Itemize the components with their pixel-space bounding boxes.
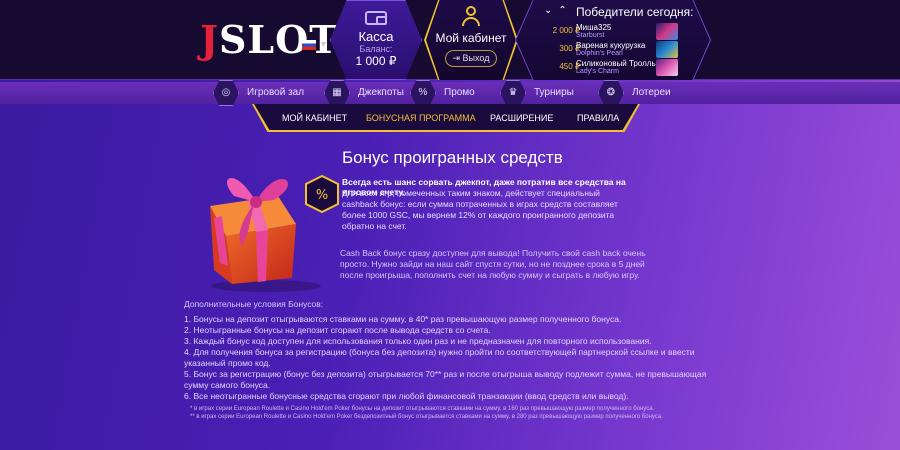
wallet-icon <box>365 11 387 25</box>
tab-extension[interactable]: РАСШИРЕНИЕ <box>490 113 553 123</box>
list-item: 2. Неотыгранные бонусы на депозит сгораю… <box>184 325 491 335</box>
winner-name: Миша325 <box>576 23 612 32</box>
target-icon: ◎ <box>221 87 231 98</box>
nav-label: Промо <box>444 87 475 98</box>
my-cabinet-link[interactable]: Мой кабинет <box>426 31 516 45</box>
list-item: 6. Все неотыгранные бонусные средства сг… <box>184 391 629 401</box>
logout-button[interactable]: ⇥ Выход <box>444 50 498 67</box>
language-dropdown-icon[interactable]: ▼ <box>319 39 328 49</box>
conditions-title: Дополнительные условия Бонусов: <box>184 299 324 309</box>
sub-nav: МОЙ КАБИНЕТ БОНУСНАЯ ПРОГРАММА РАСШИРЕНИ… <box>252 104 640 132</box>
user-icon <box>461 6 481 28</box>
balance-label: Баланс: <box>359 44 393 54</box>
gift-box-image: % <box>210 174 339 292</box>
winner-row[interactable]: 450 ₽ Силиконовый Тролль Lady's Charm <box>516 59 710 77</box>
kassa-button[interactable]: Касса Баланс: 1 000 ₽ <box>330 0 422 80</box>
game-thumbnail[interactable] <box>656 23 678 40</box>
chevron-up-icon[interactable]: ⌃ <box>558 5 572 16</box>
winners-scroll-arrows[interactable]: ⌄⌃ <box>544 5 573 16</box>
winner-name: Вареная кукурузка <box>576 41 646 50</box>
my-cabinet-panel: Мой кабинет ⇥ Выход <box>424 0 518 80</box>
winner-name: Силиконовый Тролль <box>576 59 656 68</box>
footnote: ** в играх серии European Roulette и Cas… <box>190 414 663 420</box>
tab-bonus-program[interactable]: БОНУСНАЯ ПРОГРАММА <box>366 113 476 123</box>
chevron-down-icon[interactable]: ⌄ <box>544 5 558 16</box>
list-item: 5. Бонус за регистрацию (бонус без депоз… <box>184 369 707 390</box>
trophy-icon: ♛ <box>508 87 518 98</box>
header: JSLOT ▼ Касса Баланс: 1 000 ₽ Мой кабине… <box>0 0 900 80</box>
list-item: 4. Для получения бонуса за регистрацию (… <box>184 347 695 368</box>
cashback-instructions: Cash Back бонус сразу доступен для вывод… <box>340 248 646 280</box>
main-nav: ◎ Игровой зал ▦ Джекпоты % Промо ♛ Турни… <box>0 80 900 106</box>
winner-row[interactable]: 2 000 ₽ Миша325 Starburst <box>516 23 710 41</box>
winner-game[interactable]: Starburst <box>576 32 604 39</box>
page-title: Бонус проигранных средств <box>342 148 563 167</box>
lottery-balls-icon: ❂ <box>606 87 616 98</box>
russian-flag-icon[interactable] <box>302 40 316 50</box>
slot-reels-icon: ▦ <box>332 87 342 98</box>
logout-label: Выход <box>462 53 490 63</box>
tab-my-cabinet[interactable]: МОЙ КАБИНЕТ <box>282 113 347 123</box>
nav-label: Игровой зал <box>247 87 305 98</box>
kassa-title: Касса <box>358 29 394 44</box>
nav-label: Джекпоты <box>358 87 404 98</box>
tab-rules[interactable]: ПРАВИЛА <box>577 113 619 123</box>
list-item: 3. Каждый бонус код доступен для использ… <box>184 336 652 346</box>
balance-amount: 1 000 ₽ <box>355 54 397 68</box>
game-thumbnail[interactable] <box>656 59 678 76</box>
list-item: 1. Бонусы на депозит отыгрываются ставка… <box>184 314 622 324</box>
promo-icon: % <box>418 87 428 98</box>
nav-label: Лотереи <box>632 87 671 98</box>
winner-game[interactable]: Dolphin's Pearl <box>576 50 623 57</box>
winner-row[interactable]: 300 ₽ Вареная кукурузка Dolphin's Pearl <box>516 41 710 59</box>
cashback-description: Для всех игр, помеченных таким знаком, д… <box>342 188 618 231</box>
footnote: * в играх серии European Roulette и Casi… <box>190 406 655 412</box>
winner-game[interactable]: Lady's Charm <box>576 68 619 75</box>
percent-badge-icon: % <box>316 188 328 203</box>
winners-panel: ⌄⌃ Победители сегодня: 2 000 ₽ Миша325 S… <box>515 0 711 80</box>
nav-label: Турниры <box>534 87 574 98</box>
game-thumbnail[interactable] <box>656 41 678 58</box>
site-logo[interactable]: JSLOT <box>200 18 339 62</box>
winners-title: Победители сегодня: <box>576 5 694 19</box>
conditions-list: 1. Бонусы на депозит отыгрываются ставка… <box>184 314 724 402</box>
